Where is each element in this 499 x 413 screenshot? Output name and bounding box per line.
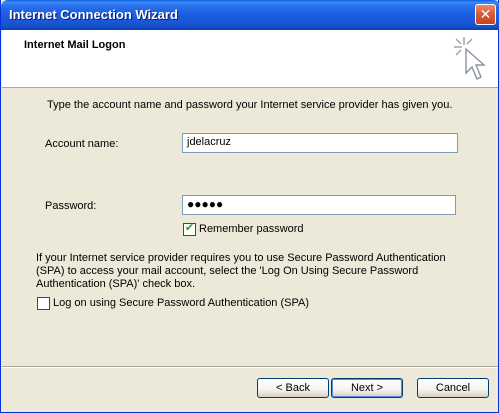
title-bar[interactable]: Internet Connection Wizard ✕ — [1, 0, 499, 30]
account-name-label: Account name: — [45, 138, 119, 150]
spa-checkbox[interactable] — [37, 297, 50, 310]
remember-password-label[interactable]: Remember password — [199, 223, 304, 235]
wizard-header: Internet Mail Logon — [2, 30, 498, 88]
wizard-sparkle-cursor-icon — [454, 37, 486, 80]
next-button[interactable]: Next > — [331, 378, 403, 398]
spa-description-line: If your Internet service provider requir… — [36, 252, 446, 264]
checkmark-icon: ✔ — [184, 222, 195, 234]
account-name-field[interactable]: jdelacruz — [182, 133, 458, 153]
spa-checkbox-label[interactable]: Log on using Secure Password Authenticat… — [53, 297, 309, 309]
password-field[interactable]: ●●●●● — [182, 195, 456, 215]
page-title: Internet Mail Logon — [24, 39, 126, 51]
cancel-button[interactable]: Cancel — [417, 378, 489, 398]
wizard-window: Internet Connection Wizard ✕ Internet Ma… — [0, 0, 499, 413]
spa-description-line: (SPA) to access your mail account, selec… — [36, 265, 419, 277]
spa-description-line: Authentication (SPA)' check box. — [36, 278, 196, 290]
back-button[interactable]: < Back — [257, 378, 329, 398]
remember-password-checkbox[interactable]: ✔ — [183, 222, 196, 236]
footer-divider — [2, 366, 498, 368]
close-button[interactable]: ✕ — [475, 4, 496, 25]
password-label: Password: — [45, 200, 97, 212]
instructions-text: Type the account name and password your … — [47, 99, 453, 111]
window-title: Internet Connection Wizard — [9, 7, 178, 22]
spa-description: If your Internet service provider requir… — [36, 252, 456, 291]
close-icon: ✕ — [479, 6, 492, 22]
